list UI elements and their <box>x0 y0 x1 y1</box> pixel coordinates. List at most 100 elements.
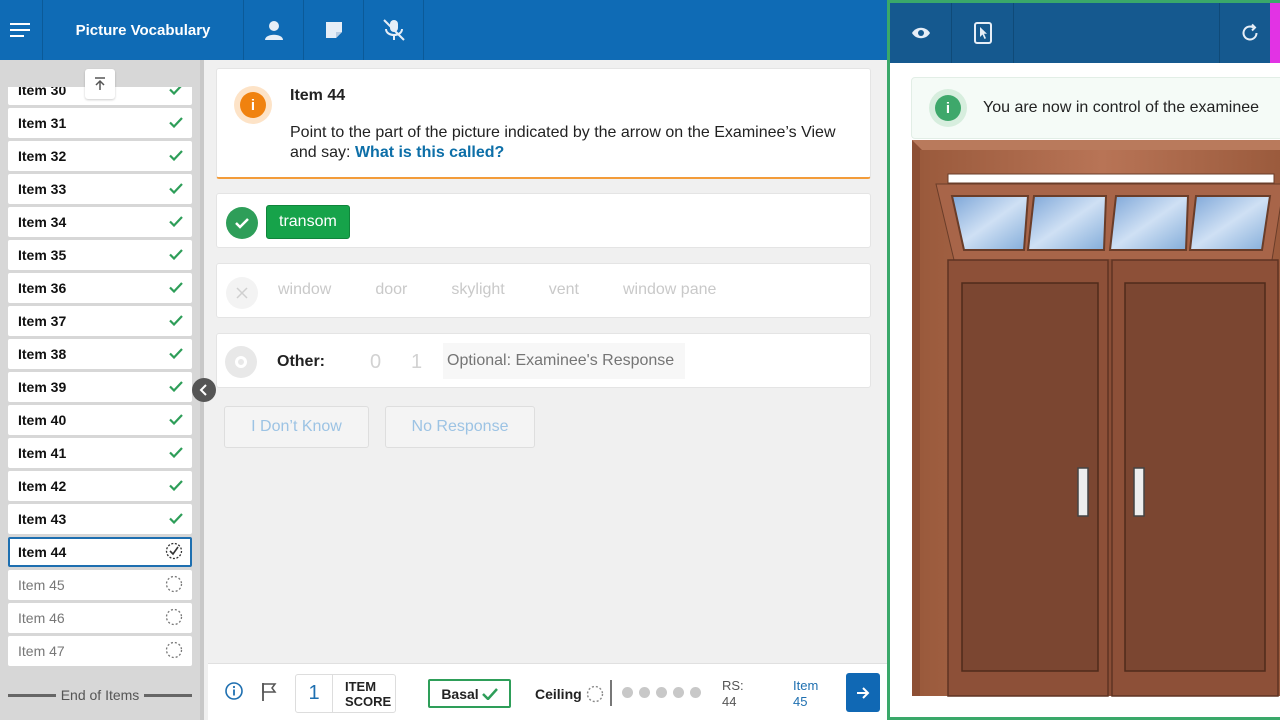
sidebar-item[interactable]: Item 46 <box>8 603 192 633</box>
sidebar-item[interactable]: Item 47 <box>8 636 192 666</box>
end-of-items: End of Items <box>8 687 192 703</box>
raw-score: RS: 44 <box>722 678 744 710</box>
raw-score-label: RS: <box>722 678 744 693</box>
scroll-to-top-button[interactable] <box>85 69 115 99</box>
check-icon <box>169 511 183 527</box>
sidebar-item[interactable]: Item 45 <box>8 570 192 600</box>
score-zero-option[interactable]: 0 <box>370 351 381 374</box>
sidebar-item[interactable]: Item 42 <box>8 471 192 501</box>
correct-answer-chip[interactable]: transom <box>266 205 350 239</box>
pending-spinner-icon <box>586 685 603 703</box>
check-icon <box>169 181 183 197</box>
other-label: Other: <box>277 353 325 370</box>
progress-dot <box>673 687 684 698</box>
preview-button[interactable] <box>890 3 952 63</box>
sidebar-item[interactable]: Item 44 <box>8 537 192 567</box>
in-progress-icon <box>165 542 183 563</box>
other-response-row: Other: 0 1 <box>216 333 871 388</box>
dont-know-button[interactable]: I Don’t Know <box>224 406 369 448</box>
arrow-right-icon <box>857 686 870 699</box>
incorrect-option[interactable]: skylight <box>451 281 504 299</box>
incorrect-option[interactable]: vent <box>549 281 579 299</box>
examinee-view-panel: i You are now in control of the examinee <box>887 0 1280 720</box>
pending-icon <box>165 641 183 662</box>
check-icon <box>169 478 183 494</box>
sidebar-item-label: Item 39 <box>18 379 67 395</box>
chevron-left-icon <box>199 384 207 396</box>
correct-check-icon[interactable] <box>226 207 258 239</box>
sidebar-item[interactable]: Item 35 <box>8 240 192 270</box>
info-button[interactable] <box>225 682 243 700</box>
sidebar-item[interactable]: Item 40 <box>8 405 192 435</box>
ceiling-progress-dots <box>622 687 707 698</box>
toolbar-spacer <box>1014 3 1220 63</box>
incorrect-option[interactable]: window <box>278 281 331 299</box>
pending-icon <box>165 575 183 596</box>
score-one-option[interactable]: 1 <box>411 351 422 374</box>
scoring-panel: i Item 44 Point to the part of the pictu… <box>208 60 887 663</box>
sidebar-item[interactable]: Item 43 <box>8 504 192 534</box>
sidebar-item-label: Item 38 <box>18 346 67 362</box>
check-icon <box>169 280 183 296</box>
examinee-toolbar <box>890 3 1280 63</box>
sidebar-item[interactable]: Item 33 <box>8 174 192 204</box>
sidebar-item-label: Item 40 <box>18 412 67 428</box>
sidebar-item[interactable]: Item 32 <box>8 141 192 171</box>
next-item-value: 45 <box>793 694 808 709</box>
menu-button[interactable] <box>0 0 43 60</box>
no-response-button[interactable]: No Response <box>385 406 535 448</box>
item-score-label-line1: ITEM <box>345 678 377 694</box>
examinee-info-button[interactable] <box>244 0 304 60</box>
control-examinee-button[interactable] <box>952 3 1014 63</box>
item-prompt-card: i Item 44 Point to the part of the pictu… <box>216 68 871 179</box>
sidebar-item-label: Item 32 <box>18 148 67 164</box>
sidebar-item-label: Item 43 <box>18 511 67 527</box>
sidebar-item-label: Item 30 <box>18 87 67 98</box>
flag-button[interactable] <box>261 682 277 702</box>
notes-button[interactable] <box>304 0 364 60</box>
incorrect-response-row: window door skylight vent window pane <box>216 263 871 318</box>
basal-status: Basal <box>428 679 511 708</box>
sidebar-item-label: Item 37 <box>18 313 67 329</box>
check-icon <box>169 412 183 428</box>
incorrect-option[interactable]: window pane <box>623 281 716 299</box>
sidebar-item-label: Item 34 <box>18 214 67 230</box>
flag-icon <box>262 683 277 701</box>
other-radio[interactable] <box>225 346 257 378</box>
refresh-icon <box>1242 23 1257 41</box>
examinee-response-input[interactable] <box>443 343 685 379</box>
check-icon <box>169 214 183 230</box>
check-icon <box>481 687 498 700</box>
sidebar-item[interactable]: Item 41 <box>8 438 192 468</box>
basal-label: Basal <box>441 685 479 702</box>
check-icon <box>169 346 183 362</box>
sidebar-item[interactable]: Item 36 <box>8 273 192 303</box>
incorrect-option[interactable]: door <box>375 281 407 299</box>
sidebar-item[interactable]: Item 31 <box>8 108 192 138</box>
note-icon <box>325 22 342 38</box>
sidebar-item-label: Item 47 <box>18 643 65 659</box>
progress-dot <box>639 687 650 698</box>
sidebar-item[interactable]: Item 38 <box>8 339 192 369</box>
sidebar-item[interactable]: Item 37 <box>8 306 192 336</box>
check-icon <box>169 87 183 98</box>
item-list[interactable]: Item 30 Item 31 Item 32 Item 33 Item 34 Item … <box>8 87 192 678</box>
info-icon: i <box>929 89 967 127</box>
incorrect-x-icon[interactable] <box>226 277 258 309</box>
item-instruction: Point to the part of the picture indicat… <box>290 123 850 163</box>
progress-dot <box>690 687 701 698</box>
sidebar-item-label: Item 33 <box>18 181 67 197</box>
next-item-button[interactable] <box>846 673 880 712</box>
collapse-sidebar-button[interactable] <box>192 378 216 402</box>
mute-microphone-button[interactable] <box>364 0 424 60</box>
sidebar-item[interactable]: Item 34 <box>8 207 192 237</box>
correct-response-row: transom <box>216 193 871 248</box>
check-icon <box>169 379 183 395</box>
check-icon <box>169 313 183 329</box>
sidebar-item-label: Item 35 <box>18 247 67 263</box>
sidebar-item[interactable]: Item 39 <box>8 372 192 402</box>
raw-score-value: 44 <box>722 694 737 709</box>
pending-icon <box>165 608 183 629</box>
sidebar-item-label: Item 42 <box>18 478 67 494</box>
item-score-label-line2: SCORE <box>345 693 392 709</box>
